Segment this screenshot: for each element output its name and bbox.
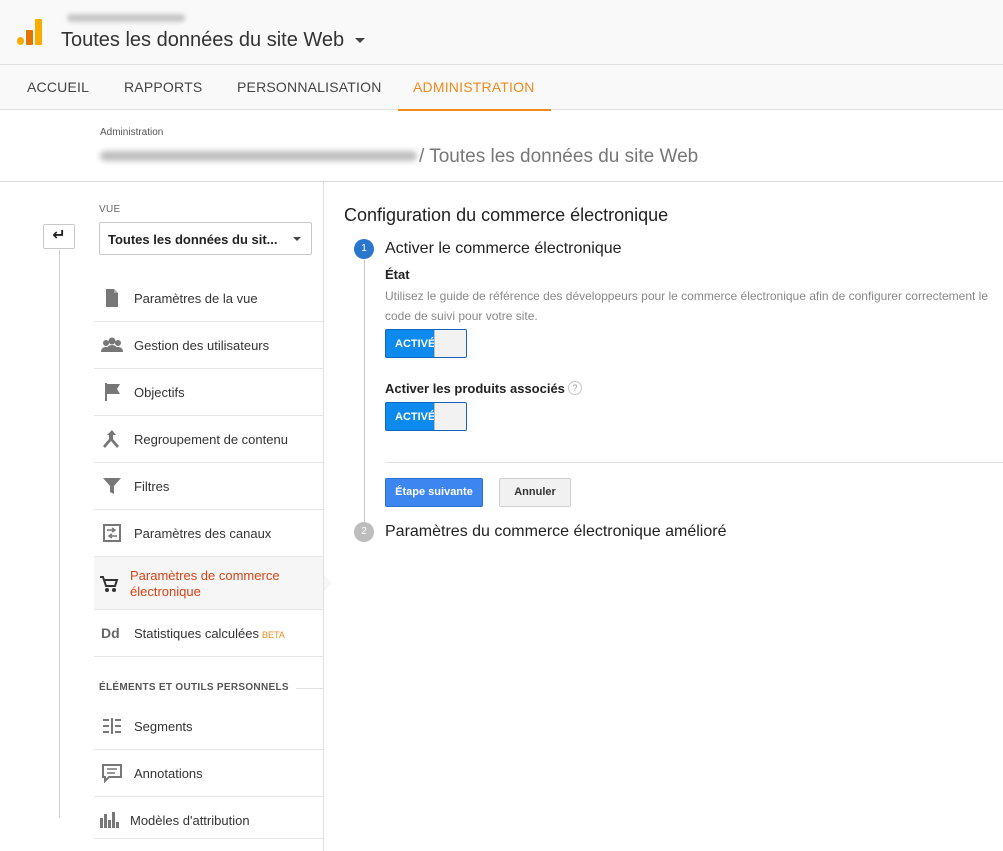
- sidebar-item-label: Paramètres des canaux: [134, 526, 272, 541]
- toggle-label: ACTIVÉ: [395, 338, 436, 350]
- step-2-indicator: 2: [354, 522, 374, 542]
- account-name-redacted: [67, 14, 185, 22]
- section-divider: [296, 688, 323, 689]
- back-button[interactable]: ↵: [43, 224, 75, 249]
- step-2-title[interactable]: Paramètres du commerce électronique amél…: [385, 523, 726, 541]
- sidebar-item-annotations[interactable]: Annotations: [94, 750, 323, 797]
- attribution-icon: [100, 812, 119, 828]
- sidebar-item-regroupement-contenu[interactable]: Regroupement de contenu: [94, 416, 323, 463]
- related-products-label: Activer les produits associés: [385, 381, 565, 396]
- help-icon[interactable]: ?: [568, 381, 582, 395]
- cart-icon: [100, 576, 119, 592]
- view-select-value: Toutes les données du sit...: [108, 232, 278, 247]
- beta-badge: BETA: [262, 630, 285, 640]
- sidebar-item-label: Statistiques calculées: [134, 626, 260, 641]
- step-1-title: Activer le commerce électronique: [385, 240, 622, 257]
- page-title: / Toutes les données du site Web: [419, 146, 699, 167]
- sidebar-item-filtres[interactable]: Filtres: [94, 463, 323, 510]
- toggle-knob: [434, 330, 466, 357]
- vue-label: VUE: [99, 204, 121, 215]
- cancel-button[interactable]: Annuler: [499, 478, 571, 507]
- step-1-indicator: 1: [354, 239, 374, 259]
- sidebar-item-label: Objectifs: [134, 385, 185, 400]
- channels-icon: [103, 524, 121, 542]
- top-bar: Toutes les données du site Web: [0, 0, 1003, 64]
- tab-personnalisation[interactable]: PERSONNALISATION: [237, 65, 382, 110]
- tab-rapports[interactable]: RAPPORTS: [124, 65, 202, 110]
- calculated-metrics-icon: Dd: [101, 625, 120, 641]
- sidebar-timeline: [59, 250, 60, 818]
- sidebar-item-segments[interactable]: Segments: [94, 703, 323, 750]
- next-step-button[interactable]: Étape suivante: [385, 478, 483, 507]
- sidebar-item-label: Regroupement de contenu: [134, 432, 288, 447]
- flag-icon: [105, 383, 120, 401]
- state-description: Utilisez le guide de référence des dével…: [385, 289, 988, 323]
- filter-icon: [103, 478, 121, 494]
- segments-icon: [103, 718, 121, 734]
- view-select[interactable]: Toutes les données du sit...: [99, 222, 312, 255]
- breadcrumb-administration[interactable]: Administration: [100, 127, 163, 138]
- sidebar-item-objectifs[interactable]: Objectifs: [94, 369, 323, 416]
- related-products-toggle[interactable]: ACTIVÉ: [385, 402, 467, 431]
- sidebar-item-parametres-canaux[interactable]: Paramètres des canaux: [94, 510, 323, 557]
- toggle-label: ACTIVÉ: [395, 411, 436, 423]
- sidebar-item-label-wrap: Statistiques calculées BETA: [134, 626, 285, 641]
- chevron-down-icon[interactable]: [355, 38, 365, 43]
- sidebar-item-label: Paramètres de la vue: [134, 291, 258, 306]
- account-breadcrumb-redacted: [100, 151, 417, 161]
- header-divider: [0, 181, 1003, 182]
- sidebar-item-commerce-electronique[interactable]: Paramètres de commerce électronique: [94, 557, 332, 610]
- main-nav: ACCUEIL RAPPORTS PERSONNALISATION ADMINI…: [0, 64, 1003, 111]
- sidebar-item-label: Gestion des utilisateurs: [134, 338, 270, 353]
- sidebar-item-statistiques-calculees[interactable]: Dd Statistiques calculées BETA: [94, 610, 323, 657]
- chevron-down-icon: [293, 237, 301, 241]
- property-selector[interactable]: Toutes les données du site Web: [61, 29, 344, 52]
- annotations-icon: [102, 764, 122, 783]
- arrow-left-icon: ↵: [52, 227, 66, 244]
- sidebar-item-label: Paramètres de commerce électronique: [130, 568, 280, 599]
- analytics-logo-icon[interactable]: [17, 19, 43, 45]
- sidebar-item-modeles-attribution[interactable]: Modèles d'attribution: [94, 797, 323, 839]
- section-title: Configuration du commerce électronique: [344, 205, 669, 225]
- column-divider: [323, 182, 324, 851]
- document-icon: [106, 289, 118, 307]
- sidebar-item-label: Segments: [134, 719, 193, 734]
- step-connector: [364, 260, 365, 522]
- sidebar-item-label: Modèles d'attribution: [130, 813, 250, 828]
- users-icon: [101, 337, 123, 352]
- toggle-knob: [434, 403, 466, 430]
- tab-administration[interactable]: ADMINISTRATION: [398, 65, 551, 111]
- ecommerce-toggle[interactable]: ACTIVÉ: [385, 329, 467, 358]
- sidebar-item-parametres-vue[interactable]: Paramètres de la vue: [94, 275, 323, 322]
- sidebar-item-label: Annotations: [134, 766, 203, 781]
- section-label-personal-tools: ÉLÉMENTS ET OUTILS PERSONNELS: [99, 682, 289, 693]
- merge-icon: [103, 430, 119, 448]
- form-divider: [385, 462, 1003, 463]
- tab-accueil[interactable]: ACCUEIL: [27, 65, 89, 110]
- sidebar-item-gestion-utilisateurs[interactable]: Gestion des utilisateurs: [94, 322, 323, 369]
- sidebar-item-label: Filtres: [134, 479, 170, 494]
- state-label: État: [385, 267, 410, 282]
